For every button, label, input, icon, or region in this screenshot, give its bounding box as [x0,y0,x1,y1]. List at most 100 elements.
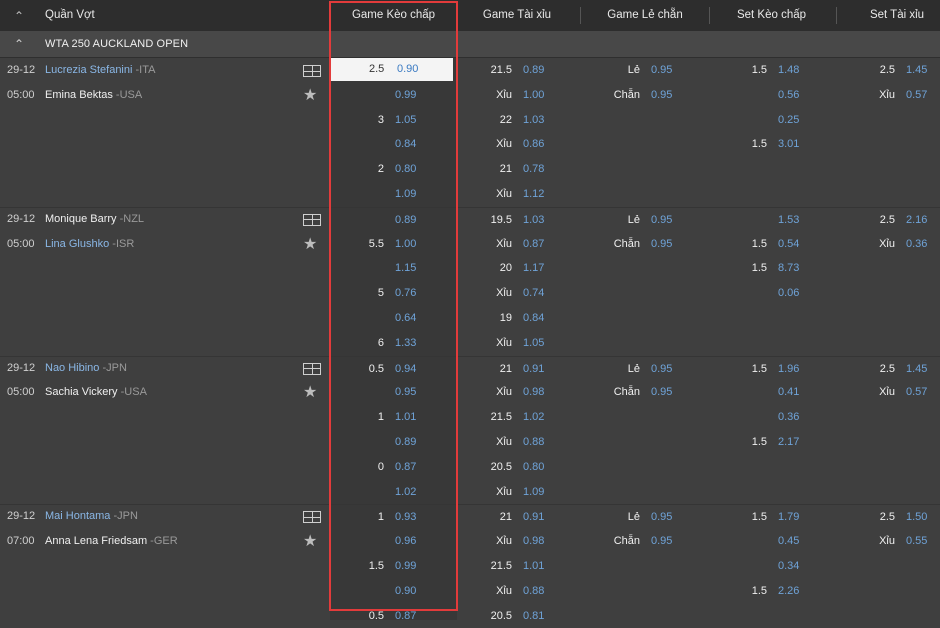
set-total-line: 2.5 [879,213,895,226]
odd-even-odds[interactable]: 0.95 [651,529,672,554]
set-total-odds[interactable]: 0.55 [906,529,927,554]
set-handicap-odds[interactable]: 0.25 [778,108,799,133]
game-total-odds[interactable]: 0.89 [523,58,544,83]
game-total-odds[interactable]: 1.03 [523,108,544,133]
game-total-line: Xỉu [496,138,512,151]
set-handicap-odds[interactable]: 0.45 [778,529,799,554]
set-handicap-line: 1.5 [751,511,767,524]
game-total-line: Xỉu [496,237,512,250]
game-total-odds[interactable]: 0.87 [523,232,544,257]
player-away[interactable]: Sachia Vickery -USA [45,380,147,405]
odd-even-odds[interactable]: 0.95 [651,505,672,530]
set-total-line [855,430,895,455]
tennis-court-icon[interactable] [303,362,321,375]
game-total-odds[interactable]: 0.98 [523,529,544,554]
set-total-line [855,157,895,182]
odd-even-odds[interactable]: 0.95 [651,357,672,382]
player-home[interactable]: Monique Barry -NZL [45,207,144,232]
game-total-odds[interactable]: 0.80 [523,455,544,480]
odds-row: 3 1.05 22 1.03 0.25 [0,108,940,133]
set-total-line: 2.5 [879,362,895,375]
favorite-star-icon[interactable]: ★ [303,236,317,253]
set-handicap-line [730,182,767,207]
odd-even-odds[interactable]: 0.95 [651,208,672,233]
game-total-odds[interactable]: 0.98 [523,380,544,405]
game-total-odds[interactable]: 1.12 [523,182,544,207]
favorite-star-icon[interactable]: ★ [303,385,317,401]
set-handicap-line [730,108,767,133]
set-total-line: Xỉu [879,535,895,548]
game-total-odds[interactable]: 1.17 [523,256,544,281]
player-home[interactable]: Nao Hibino -JPN [45,356,127,381]
game-total-odds[interactable]: 1.02 [523,405,544,430]
game-total-odds[interactable]: 0.78 [523,157,544,182]
player-home[interactable]: Mai Hontama -JPN [45,504,138,529]
favorite-star-icon[interactable]: ★ [303,534,317,550]
collapse-all-chevron-icon[interactable]: ⌃ [14,9,24,23]
player-away[interactable]: Lina Glushko -ISR [45,232,134,257]
col-set-handicap[interactable]: Set Kèo chấp [710,9,833,21]
game-total-line: 19.5 [490,213,512,226]
collapse-league-chevron-icon[interactable]: ⌃ [14,37,24,51]
set-handicap-odds[interactable]: 0.36 [778,405,799,430]
set-total-odds[interactable]: 1.45 [906,58,927,83]
set-handicap-odds[interactable]: 0.56 [778,83,799,108]
odd-even-odds[interactable]: 0.95 [651,232,672,257]
game-total-line: 19 [499,312,512,324]
set-total-odds[interactable]: 1.45 [906,357,927,382]
set-handicap-odds[interactable]: 2.17 [778,430,799,455]
game-total-odds[interactable]: 0.88 [523,579,544,604]
set-total-odds[interactable]: 0.36 [906,232,927,257]
set-total-line [855,256,895,281]
game-total-line: 21.5 [490,560,512,572]
game-total-odds[interactable]: 0.84 [523,306,544,331]
game-total-odds[interactable]: 0.86 [523,132,544,157]
game-total-odds[interactable]: 0.91 [523,357,544,382]
match-date: 29-12 [7,212,36,225]
game-total-odds[interactable]: 1.00 [523,83,544,108]
set-total-line: Xỉu [879,237,895,250]
odd-even-odds[interactable]: 0.95 [651,58,672,83]
game-total-odds[interactable]: 0.91 [523,505,544,530]
set-total-odds[interactable]: 2.16 [906,208,927,233]
set-handicap-odds[interactable]: 1.79 [778,505,799,530]
tennis-court-icon[interactable] [303,213,321,226]
set-handicap-odds[interactable]: 1.96 [778,357,799,382]
game-total-line: Xỉu [496,485,512,498]
set-handicap-odds[interactable]: 0.41 [778,380,799,405]
player-away[interactable]: Anna Lena Friedsam -GER [45,529,178,554]
set-handicap-odds[interactable]: 8.73 [778,256,799,281]
player-away[interactable]: Emina Bektas -USA [45,83,142,108]
set-total-odds[interactable]: 0.57 [906,83,927,108]
set-handicap-odds[interactable]: 0.54 [778,232,799,257]
game-total-odds[interactable]: 0.88 [523,430,544,455]
favorite-star-icon[interactable]: ★ [303,87,317,104]
set-total-odds[interactable]: 1.50 [906,505,927,530]
tennis-court-icon[interactable] [303,65,321,77]
game-total-odds[interactable]: 1.03 [523,208,544,233]
set-handicap-odds[interactable]: 0.34 [778,554,799,579]
col-game-odd-even[interactable]: Game Lẻ chẵn [582,9,708,21]
highlight-box [329,1,458,611]
set-handicap-odds[interactable]: 1.48 [778,58,799,83]
tennis-court-icon[interactable] [303,511,321,524]
set-handicap-odds[interactable]: 2.26 [778,579,799,604]
odd-even-odds[interactable]: 0.95 [651,380,672,405]
game-total-odds[interactable]: 0.81 [523,604,544,628]
odd-even-label [590,157,640,182]
set-total-odds[interactable]: 0.57 [906,380,927,405]
set-handicap-odds[interactable]: 0.06 [778,281,799,306]
col-set-over-under[interactable]: Set Tài xỉu [838,9,940,21]
match-date: 29-12 [7,510,36,523]
player-home[interactable]: Lucrezia Stefanini -ITA [45,58,155,83]
odd-even-odds[interactable]: 0.95 [651,83,672,108]
set-handicap-odds[interactable]: 3.01 [778,132,799,157]
league-header[interactable]: ⌃ WTA 250 AUCKLAND OPEN [0,31,940,58]
game-total-odds[interactable]: 0.74 [523,281,544,306]
col-game-over-under[interactable]: Game Tài xỉu [458,9,576,21]
set-handicap-odds[interactable]: 1.53 [778,208,799,233]
set-total-line: 2.5 [879,64,895,76]
game-total-odds[interactable]: 1.01 [523,554,544,579]
game-total-odds[interactable]: 1.09 [523,480,544,505]
game-total-odds[interactable]: 1.05 [523,331,544,356]
